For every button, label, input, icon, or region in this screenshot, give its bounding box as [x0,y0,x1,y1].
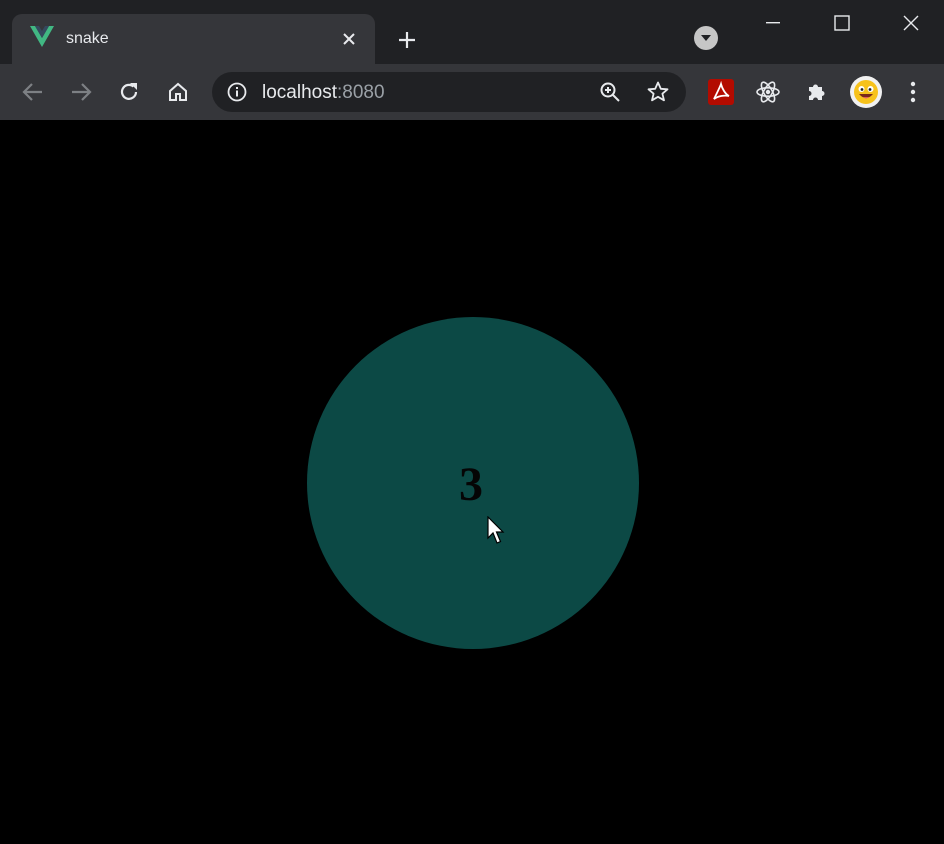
new-tab-plus-icon[interactable] [394,27,420,53]
page-viewport[interactable]: 3 [0,120,944,844]
minimize-icon[interactable] [750,6,796,40]
site-info-icon[interactable] [226,81,248,103]
tab-snake[interactable]: snake [12,14,375,64]
forward-arrow-icon[interactable] [65,76,97,108]
browser-window: snake localhost:8080 3 [0,0,944,844]
countdown-number: 3 [459,457,483,511]
address-bar[interactable]: localhost:8080 [212,72,686,112]
tab-search-chevron-icon[interactable] [694,26,718,50]
home-icon[interactable] [162,76,194,108]
url-port: :8080 [337,82,385,103]
toolbar: localhost:8080 [0,64,944,120]
maximize-icon[interactable] [819,6,865,40]
countdown-circle: 3 [307,317,639,649]
tab-strip: snake [0,0,944,64]
reload-icon[interactable] [113,76,145,108]
back-arrow-icon[interactable] [17,76,49,108]
vue-logo-icon [30,26,54,47]
react-devtools-icon[interactable] [754,78,782,106]
zoom-icon[interactable] [598,80,622,104]
extensions-puzzle-icon[interactable] [803,78,831,106]
url-host: localhost [262,82,337,103]
url-text[interactable]: localhost:8080 [262,82,385,104]
profile-avatar-icon[interactable] [850,76,882,108]
menu-kebab-icon[interactable] [899,78,927,106]
tab-close-icon[interactable] [338,28,360,50]
mouse-cursor-icon [487,516,505,544]
pdf-extension-icon[interactable] [707,78,735,106]
bookmark-star-icon[interactable] [646,80,670,104]
tab-title: snake [66,30,109,47]
close-window-icon[interactable] [888,6,934,40]
